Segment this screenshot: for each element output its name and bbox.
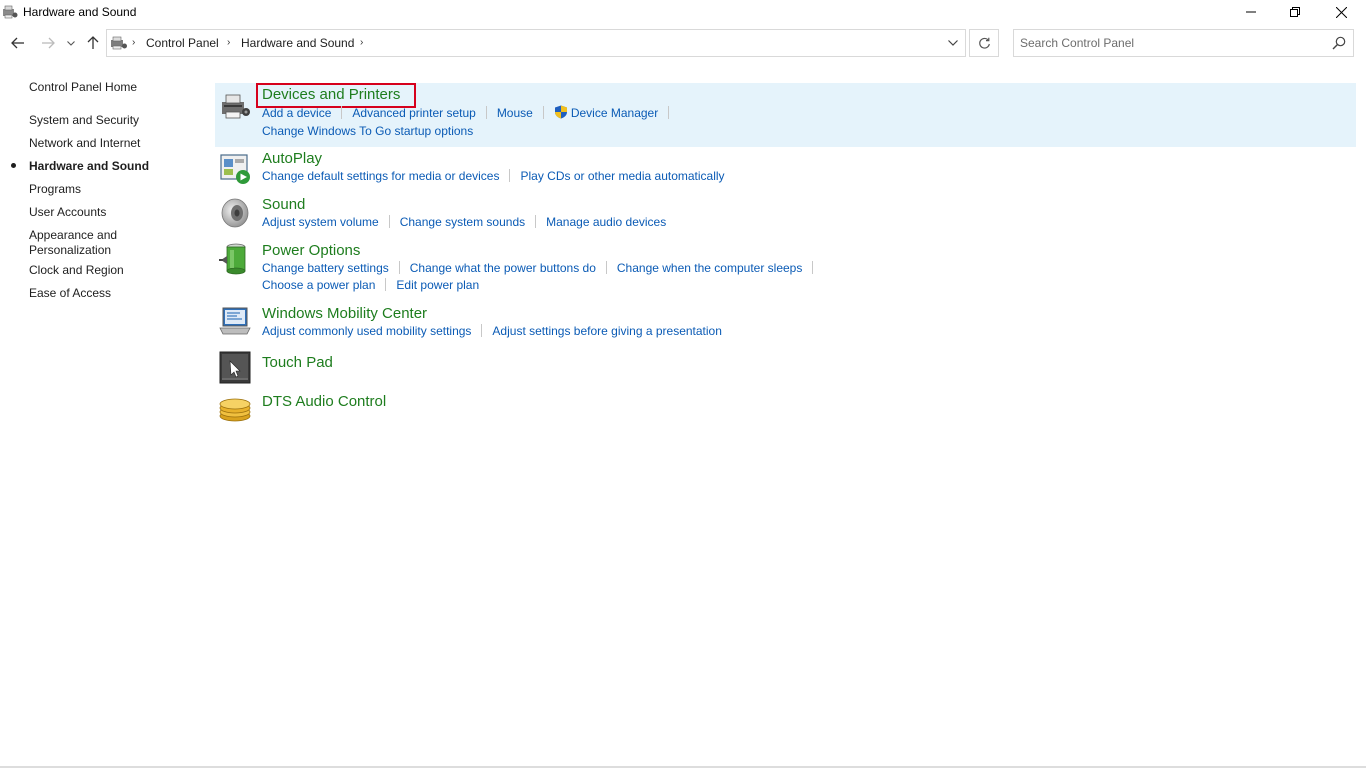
sidebar-item-ease-of-access[interactable]: Ease of Access bbox=[29, 286, 159, 301]
link-separator bbox=[398, 261, 400, 274]
up-button[interactable] bbox=[83, 32, 103, 54]
link-separator bbox=[668, 106, 670, 119]
power-options-links: Change battery settings Change what the p… bbox=[262, 261, 823, 275]
window-title: Hardware and Sound bbox=[23, 5, 137, 19]
minimize-icon bbox=[1246, 11, 1256, 13]
power-options-link[interactable]: Power Options bbox=[262, 242, 360, 259]
current-page-bullet bbox=[11, 163, 16, 168]
title-bar: Hardware and Sound bbox=[0, 0, 1366, 24]
adjust-system-volume-link[interactable]: Adjust system volume bbox=[262, 215, 379, 229]
link-separator bbox=[385, 278, 387, 291]
sidebar-item-user-accounts[interactable]: User Accounts bbox=[29, 205, 159, 220]
dts-audio-icon bbox=[218, 392, 252, 426]
choose-a-power-plan-link[interactable]: Choose a power plan bbox=[262, 278, 375, 292]
category-touch-pad: Touch Pad bbox=[215, 351, 1356, 387]
sidebar-item-network-and-internet[interactable]: Network and Internet bbox=[29, 136, 159, 151]
link-separator bbox=[388, 215, 390, 228]
dts-audio-control-link[interactable]: DTS Audio Control bbox=[262, 393, 386, 410]
sidebar-item-hardware-and-sound: Hardware and Sound bbox=[29, 159, 150, 173]
link-separator bbox=[341, 106, 343, 119]
link-separator bbox=[542, 106, 544, 119]
touch-pad-link[interactable]: Touch Pad bbox=[262, 354, 333, 371]
change-system-sounds-link[interactable]: Change system sounds bbox=[400, 215, 525, 229]
mouse-link[interactable]: Mouse bbox=[497, 106, 533, 120]
mobility-center-icon bbox=[218, 305, 252, 339]
breadcrumb-control-panel[interactable]: Control Panel bbox=[146, 36, 219, 50]
touchpad-icon bbox=[218, 351, 252, 385]
battery-icon bbox=[218, 242, 252, 276]
minimize-button[interactable] bbox=[1228, 0, 1274, 24]
change-computer-sleeps-link[interactable]: Change when the computer sleeps bbox=[617, 261, 802, 275]
change-default-settings-link[interactable]: Change default settings for media or dev… bbox=[262, 169, 499, 183]
restore-button[interactable] bbox=[1272, 0, 1318, 24]
manage-audio-devices-link[interactable]: Manage audio devices bbox=[546, 215, 666, 229]
link-separator bbox=[535, 215, 537, 228]
advanced-printer-setup-link[interactable]: Advanced printer setup bbox=[352, 106, 475, 120]
category-sound: Sound Adjust system volume Change system … bbox=[215, 196, 1356, 236]
sidebar-item-appearance-and-personalization[interactable]: Appearance and Personalization bbox=[29, 228, 129, 258]
search-icon[interactable] bbox=[1332, 36, 1346, 50]
category-windows-mobility-center: Windows Mobility Center Adjust commonly … bbox=[215, 305, 1356, 345]
link-separator bbox=[812, 261, 814, 274]
adjust-presentation-settings-link[interactable]: Adjust settings before giving a presenta… bbox=[492, 324, 721, 338]
breadcrumb-separator[interactable]: › bbox=[132, 37, 135, 48]
arrow-up-icon bbox=[87, 36, 99, 49]
edit-power-plan-link[interactable]: Edit power plan bbox=[396, 278, 479, 292]
autoplay-link[interactable]: AutoPlay bbox=[262, 150, 322, 167]
control-panel-home-link[interactable]: Control Panel Home bbox=[29, 80, 159, 95]
link-separator bbox=[605, 261, 607, 274]
autoplay-icon bbox=[218, 152, 252, 186]
change-power-buttons-link[interactable]: Change what the power buttons do bbox=[410, 261, 596, 275]
link-separator bbox=[481, 324, 483, 337]
sidebar-item-system-and-security[interactable]: System and Security bbox=[29, 113, 159, 128]
address-bar[interactable]: › Control Panel › Hardware and Sound › bbox=[106, 29, 966, 57]
sound-links: Adjust system volume Change system sounds… bbox=[262, 215, 666, 229]
devices-and-printers-links-row2: Change Windows To Go startup options bbox=[262, 124, 473, 138]
device-manager-link[interactable]: Device Manager bbox=[571, 106, 658, 120]
category-power-options: Power Options Change battery settings Cha… bbox=[215, 242, 1356, 298]
search-box[interactable] bbox=[1013, 29, 1354, 57]
navigation-bar: › Control Panel › Hardware and Sound › bbox=[0, 28, 1366, 58]
address-dropdown-button[interactable] bbox=[943, 34, 963, 52]
forward-button[interactable] bbox=[38, 32, 58, 54]
power-options-links-row2: Choose a power plan Edit power plan bbox=[262, 278, 479, 292]
category-autoplay: AutoPlay Change default settings for med… bbox=[215, 150, 1356, 190]
uac-shield-icon bbox=[554, 105, 568, 119]
control-panel-icon bbox=[110, 35, 128, 51]
sound-link[interactable]: Sound bbox=[262, 196, 305, 213]
sidebar-item-programs[interactable]: Programs bbox=[29, 182, 159, 197]
close-button[interactable] bbox=[1318, 0, 1364, 24]
add-a-device-link[interactable]: Add a device bbox=[262, 106, 331, 120]
hardware-and-sound-icon bbox=[2, 4, 18, 20]
mobility-center-links: Adjust commonly used mobility settings Ad… bbox=[262, 324, 722, 338]
refresh-icon bbox=[978, 37, 990, 49]
recent-locations-button[interactable] bbox=[63, 32, 79, 54]
restore-icon bbox=[1290, 7, 1300, 17]
back-button[interactable] bbox=[8, 32, 28, 54]
chevron-down-icon bbox=[948, 40, 958, 46]
sidebar-item-clock-and-region[interactable]: Clock and Region bbox=[29, 263, 159, 278]
change-battery-settings-link[interactable]: Change battery settings bbox=[262, 261, 389, 275]
link-separator bbox=[509, 169, 511, 182]
adjust-mobility-settings-link[interactable]: Adjust commonly used mobility settings bbox=[262, 324, 471, 338]
search-input[interactable] bbox=[1020, 35, 1320, 51]
play-cds-automatically-link[interactable]: Play CDs or other media automatically bbox=[520, 169, 724, 183]
printer-icon bbox=[218, 90, 252, 124]
refresh-button[interactable] bbox=[969, 29, 999, 57]
autoplay-links: Change default settings for media or dev… bbox=[262, 169, 725, 183]
close-icon bbox=[1335, 6, 1347, 18]
breadcrumb-separator[interactable]: › bbox=[360, 37, 363, 48]
breadcrumb-separator[interactable]: › bbox=[227, 37, 230, 48]
link-separator bbox=[485, 106, 487, 119]
arrow-right-icon bbox=[42, 37, 55, 49]
windows-mobility-center-link[interactable]: Windows Mobility Center bbox=[262, 305, 427, 322]
change-windows-to-go-startup-options-link[interactable]: Change Windows To Go startup options bbox=[262, 124, 473, 138]
speaker-icon bbox=[218, 196, 252, 230]
devices-and-printers-links: Add a device Advanced printer setup Mouse D… bbox=[262, 105, 679, 120]
category-dts-audio-control: DTS Audio Control bbox=[215, 392, 1356, 428]
breadcrumb-hardware-and-sound[interactable]: Hardware and Sound bbox=[241, 36, 354, 50]
category-devices-and-printers: Devices and Printers Add a device Advance… bbox=[215, 83, 1356, 147]
chevron-down-icon bbox=[67, 40, 75, 46]
arrow-left-icon bbox=[11, 37, 24, 49]
